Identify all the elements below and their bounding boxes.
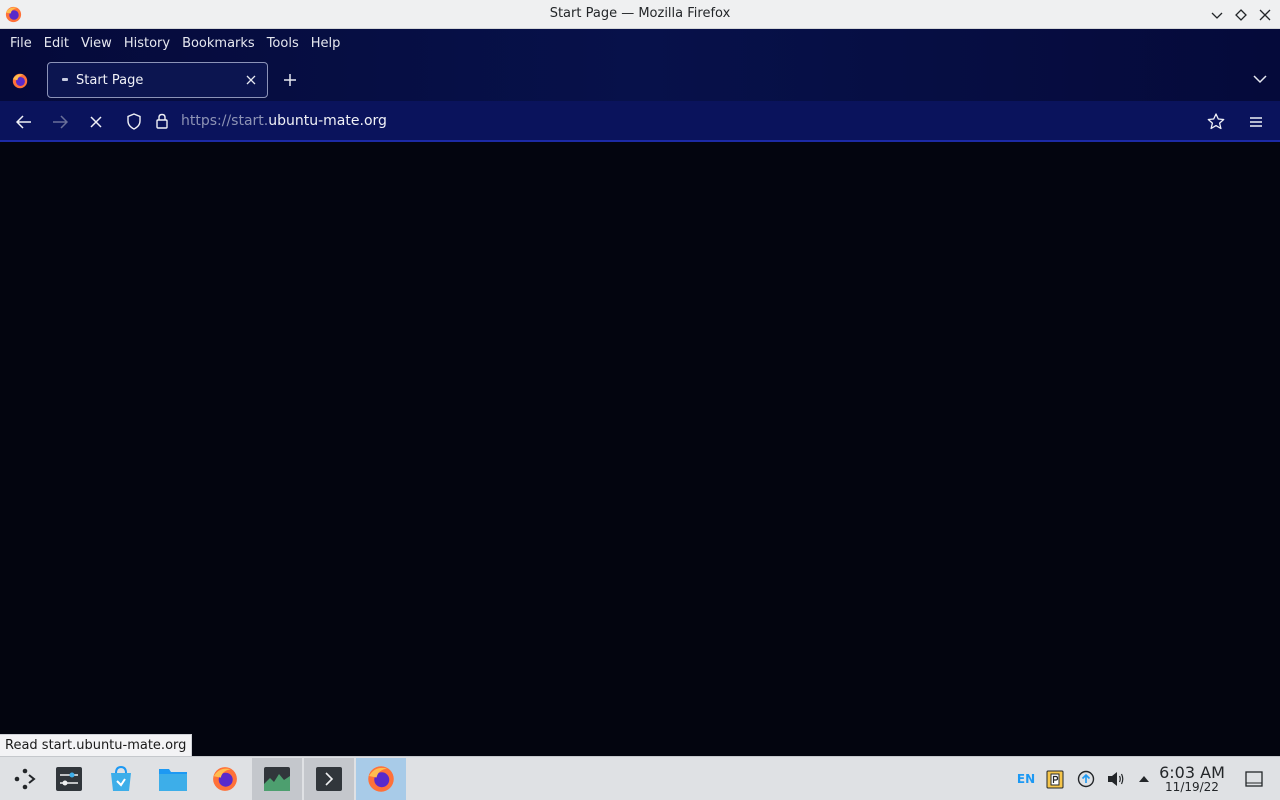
system-monitor-icon[interactable]	[252, 758, 302, 800]
navigation-toolbar: https://start.ubuntu-mate.org	[0, 101, 1280, 142]
url-text[interactable]: https://start.ubuntu-mate.org	[181, 113, 387, 129]
hamburger-menu-icon[interactable]	[1245, 111, 1267, 133]
menu-bookmarks[interactable]: Bookmarks	[176, 32, 261, 56]
firefox-icon[interactable]	[200, 758, 250, 800]
url-bar[interactable]: https://start.ubuntu-mate.org	[120, 105, 1230, 138]
tab-title: Start Page	[76, 73, 144, 88]
keyboard-layout-indicator[interactable]: EN	[1015, 769, 1037, 789]
browser-chrome: File Edit View History Bookmarks Tools H…	[0, 29, 1280, 142]
firefox-window-task-icon[interactable]	[356, 758, 406, 800]
lock-icon[interactable]	[155, 113, 169, 133]
menu-help[interactable]: Help	[305, 32, 347, 56]
loading-indicator-icon	[62, 78, 68, 81]
forward-icon	[49, 111, 71, 133]
url-host: ubuntu-mate.org	[268, 113, 387, 129]
new-tab-icon[interactable]	[280, 70, 300, 90]
volume-icon[interactable]	[1106, 769, 1126, 789]
tab-close-icon[interactable]	[243, 72, 259, 88]
page-content[interactable]	[0, 142, 1280, 756]
menu-history[interactable]: History	[118, 32, 176, 56]
clipboard-icon[interactable]	[1045, 769, 1065, 789]
list-all-tabs-icon[interactable]	[1252, 71, 1268, 87]
discover-store-icon[interactable]	[96, 758, 146, 800]
firefox-view-icon[interactable]	[8, 69, 32, 93]
menu-bar: File Edit View History Bookmarks Tools H…	[0, 29, 1280, 59]
menu-view[interactable]: View	[75, 32, 118, 56]
tab-strip: Start Page	[0, 59, 1280, 101]
url-prefix: https://start.	[181, 113, 269, 129]
terminal-icon[interactable]	[304, 758, 354, 800]
show-hidden-icons-icon[interactable]	[1135, 769, 1153, 789]
clock-time: 6:03 AM	[1159, 763, 1225, 782]
digital-clock[interactable]: 6:03 AM 11/19/22	[1158, 764, 1226, 794]
window-titlebar: Start Page — Mozilla Firefox	[0, 0, 1280, 29]
shield-icon[interactable]	[126, 113, 142, 134]
star-icon[interactable]	[1207, 113, 1225, 134]
clock-date: 11/19/22	[1165, 780, 1219, 794]
file-manager-icon[interactable]	[148, 758, 198, 800]
menu-file[interactable]: File	[4, 32, 38, 56]
taskbar: EN 6:03 AM 11/19/22	[0, 756, 1280, 800]
status-panel: Read start.ubuntu-mate.org	[0, 734, 193, 756]
updates-icon[interactable]	[1076, 769, 1096, 789]
close-icon[interactable]	[1255, 5, 1275, 25]
tab-start-page[interactable]: Start Page	[47, 62, 268, 98]
back-icon[interactable]	[13, 111, 35, 133]
minimize-icon[interactable]	[1207, 5, 1227, 25]
show-desktop-icon[interactable]	[1244, 769, 1264, 789]
menu-edit[interactable]: Edit	[38, 32, 75, 56]
stop-icon[interactable]	[85, 111, 107, 133]
application-launcher-icon[interactable]	[0, 758, 50, 800]
maximize-icon[interactable]	[1231, 5, 1251, 25]
system-settings-icon[interactable]	[44, 758, 94, 800]
menu-tools[interactable]: Tools	[261, 32, 305, 56]
window-title: Start Page — Mozilla Firefox	[549, 6, 731, 21]
